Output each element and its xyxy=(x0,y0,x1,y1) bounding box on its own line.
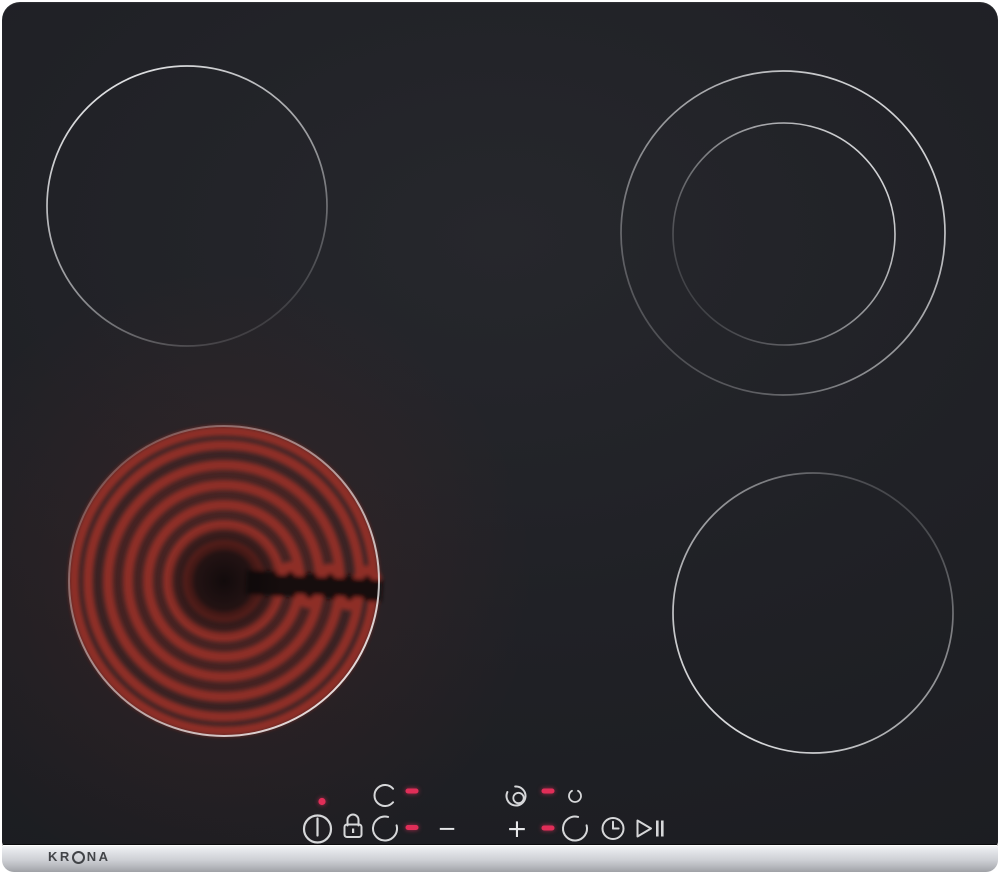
play-pause-button[interactable] xyxy=(636,819,664,838)
small-zone-icon[interactable] xyxy=(568,789,582,803)
plus-button[interactable]: + xyxy=(507,814,528,843)
minus-button[interactable]: − xyxy=(437,816,456,842)
brand-logo-kr: KR xyxy=(48,849,72,864)
zone-select-front-left-button[interactable] xyxy=(372,815,398,842)
display-dash-front-right xyxy=(541,825,555,831)
display-dash-rear-right xyxy=(541,788,555,794)
brand-logo: KR NA xyxy=(48,850,111,864)
burner-circle-rear-right-outer xyxy=(620,70,946,396)
power-button[interactable] xyxy=(302,814,333,844)
touch-control-panel: − + xyxy=(302,784,664,844)
display-dash-rear-left xyxy=(405,788,419,794)
cooktop-product-photo: − + KR NA xyxy=(0,0,1000,875)
brand-logo-na: NA xyxy=(86,849,111,864)
display-dash-front-left xyxy=(405,825,419,830)
zone-select-front-right-button[interactable] xyxy=(562,815,588,842)
brand-logo-o-ring-icon xyxy=(72,850,86,864)
burner-circle-rear-left xyxy=(46,65,328,347)
power-status-led xyxy=(318,797,326,806)
lock-icon[interactable] xyxy=(343,813,363,838)
burner-circle-rear-right-inner xyxy=(672,122,896,346)
timer-clock-button[interactable] xyxy=(601,817,625,840)
zone-select-rear-left-button[interactable] xyxy=(373,784,395,807)
stainless-trim-bar: KR NA xyxy=(2,845,998,872)
glowing-heating-element xyxy=(68,425,383,737)
burner-circle-front-right xyxy=(672,472,954,754)
cooktop-overlay: − + xyxy=(46,65,954,844)
dual-zone-select-button[interactable] xyxy=(505,785,527,807)
